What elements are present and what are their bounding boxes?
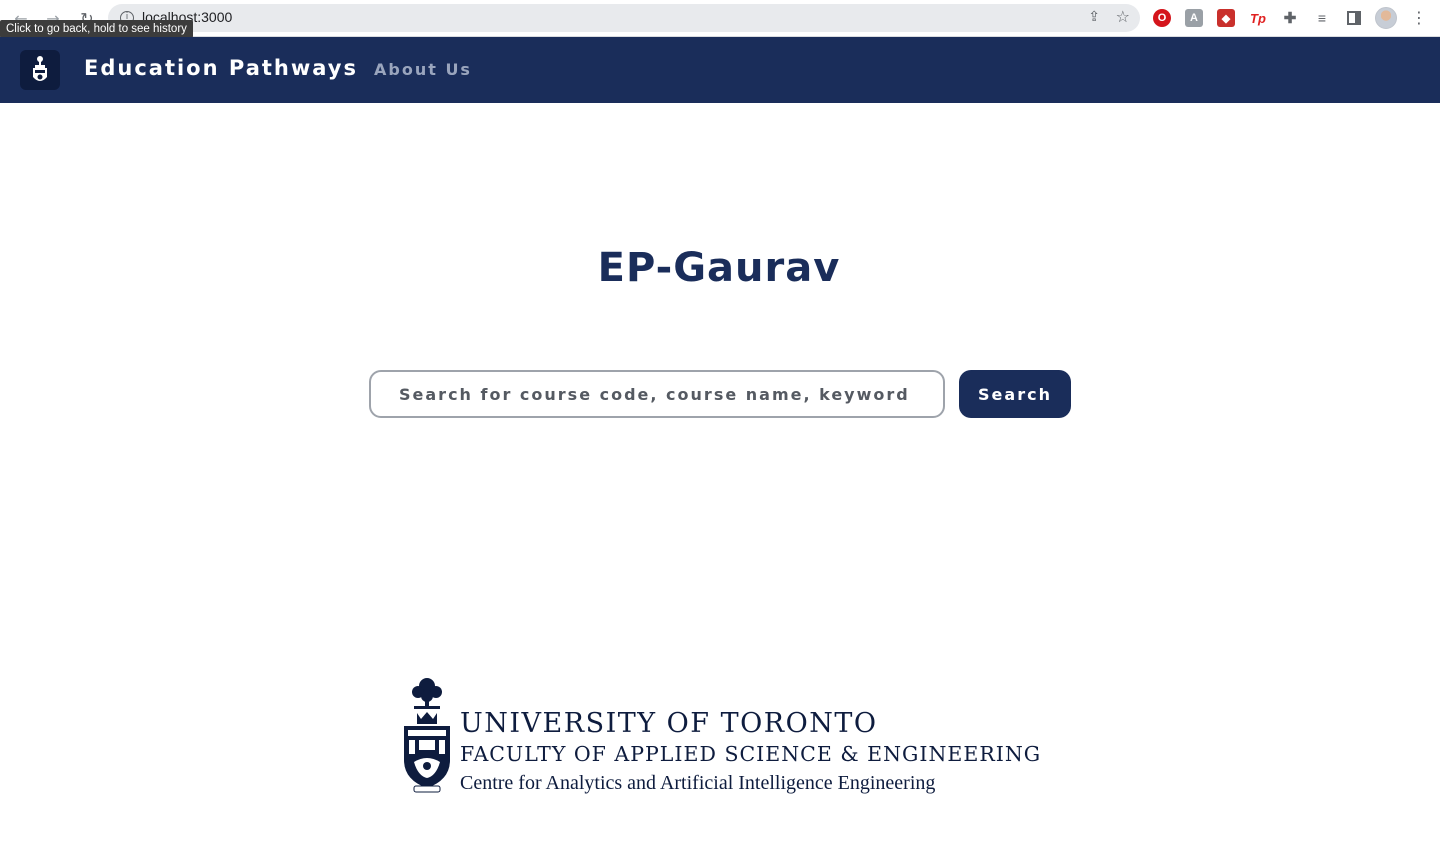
uoft-coat-of-arms-icon [404,678,450,793]
address-bar[interactable]: i localhost:3000 ⇪ ☆ [108,4,1140,32]
uoft-faculty-logo: UNIVERSITY OF TORONTO FACULTY OF APPLIED… [400,676,1070,800]
opera-extension-icon[interactable]: O [1153,9,1171,27]
search-button[interactable]: Search [959,370,1071,418]
brand-link[interactable]: Education Pathways [84,56,358,80]
media-icon[interactable]: ≡ [1313,9,1331,27]
uoft-crest-icon[interactable] [20,50,60,90]
faculty-name: FACULTY OF APPLIED SCIENCE & ENGINEERING [460,742,1042,766]
puzzle-icon[interactable]: ✚ [1281,9,1299,27]
sidebar-icon[interactable] [1345,9,1363,27]
search-input[interactable] [369,370,945,418]
app-navbar: Education Pathways About Us [0,37,1440,103]
tp-extension-icon[interactable]: Tp [1249,9,1267,27]
star-icon[interactable]: ☆ [1116,7,1130,26]
page-title: EP-Gaurav [597,245,841,291]
back-button-tooltip: Click to go back, hold to see history [0,20,193,38]
about-us-link[interactable]: About Us [374,60,472,79]
browser-toolbar: ← → ↻ i localhost:3000 ⇪ ☆ O A ◆ Tp ✚ ≡ … [0,0,1440,37]
university-name: UNIVERSITY OF TORONTO [460,708,878,739]
share-icon[interactable]: ⇪ [1088,9,1100,25]
red-extension-icon[interactable]: ◆ [1217,9,1235,27]
a-extension-icon[interactable]: A [1185,9,1203,27]
avatar[interactable] [1375,7,1397,29]
centre-name: Centre for Analytics and Artificial Inte… [460,772,936,794]
kebab-menu-icon[interactable]: ⋮ [1411,7,1427,29]
